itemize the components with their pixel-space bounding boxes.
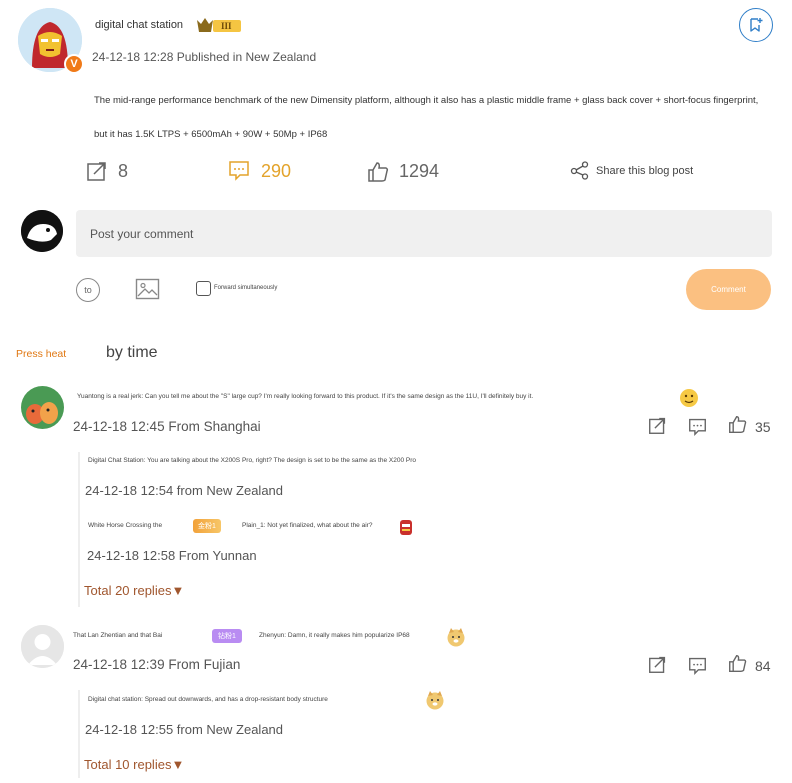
thumbs-up-icon bbox=[729, 416, 747, 433]
comment-icon bbox=[689, 418, 706, 436]
like-count: 1294 bbox=[399, 161, 440, 181]
image-icon bbox=[135, 278, 160, 300]
reply-meta: 24-12-18 12:58 From Yunnan bbox=[87, 548, 257, 563]
level-badge: III bbox=[195, 16, 243, 34]
forward-count: 8 bbox=[118, 161, 129, 181]
current-user-avatar[interactable] bbox=[21, 210, 63, 252]
share-button[interactable]: Share this blog post bbox=[570, 161, 693, 180]
total-replies-link[interactable]: Total 20 replies▼ bbox=[84, 583, 184, 598]
reply-text: Digital Chat Station: You are talking ab… bbox=[88, 457, 416, 464]
total-replies-link[interactable]: Total 10 replies▼ bbox=[84, 757, 184, 772]
comment-forward-button[interactable] bbox=[648, 416, 667, 440]
comment-like-button[interactable] bbox=[728, 654, 747, 678]
emoji-icon: to bbox=[84, 285, 92, 295]
reply-meta: 24-12-18 12:55 from New Zealand bbox=[85, 722, 284, 737]
share-label: Share this blog post bbox=[596, 164, 694, 177]
comment-text: Zhenyun: Damn, it really makes him popul… bbox=[259, 632, 410, 639]
forward-icon bbox=[649, 656, 666, 673]
image-upload-button[interactable] bbox=[135, 278, 160, 300]
comment-reply-button[interactable] bbox=[688, 656, 707, 680]
comment-meta: 24-12-18 12:39 From Fujian bbox=[73, 657, 241, 672]
doge-sticker-icon bbox=[425, 690, 445, 710]
tab-press-heat[interactable]: Press heat bbox=[16, 348, 66, 360]
reply-author-name[interactable]: White Horse Crossing the bbox=[88, 522, 162, 529]
comment-count: 290 bbox=[261, 161, 292, 181]
level-badge-text: III bbox=[221, 21, 232, 31]
comment-like-count: 35 bbox=[755, 419, 771, 435]
comment-author-name[interactable]: That Lan Zhentian and that Bai bbox=[73, 632, 162, 639]
verified-badge: V bbox=[64, 54, 84, 74]
comment-like-button[interactable] bbox=[728, 415, 747, 439]
tab-by-time[interactable]: by time bbox=[106, 344, 158, 362]
like-button[interactable] bbox=[367, 161, 389, 188]
comment-meta: 24-12-18 12:45 From Shanghai bbox=[73, 419, 261, 434]
forward-button[interactable] bbox=[86, 160, 108, 187]
comment-like-count: 84 bbox=[755, 658, 771, 674]
comment-icon bbox=[689, 657, 706, 675]
thumbs-up-icon bbox=[368, 162, 389, 182]
bookmark-button[interactable] bbox=[739, 8, 773, 42]
thumbs-up-icon bbox=[729, 655, 747, 672]
reply-thread-line bbox=[78, 690, 80, 778]
forward-icon bbox=[649, 417, 666, 434]
comment-button[interactable] bbox=[228, 159, 250, 186]
comment-icon bbox=[229, 161, 249, 181]
forward-simultaneously-label: Forward simultaneously bbox=[214, 285, 278, 291]
reply-text: Plain_1: Not yet finalized, what about t… bbox=[242, 522, 373, 529]
doge-sticker-icon bbox=[446, 627, 466, 647]
forward-icon bbox=[87, 162, 106, 181]
post-author-name[interactable]: digital chat station bbox=[95, 19, 183, 31]
sticker-icon bbox=[679, 388, 699, 408]
reply-text: Digital chat station: Spread out downwar… bbox=[88, 696, 328, 703]
comment-reply-button[interactable] bbox=[688, 417, 707, 441]
sticker-icon bbox=[396, 517, 416, 537]
share-icon bbox=[570, 161, 589, 180]
bookmark-add-icon bbox=[750, 18, 763, 32]
comment-text: Yuantong is a real jerk: Can you tell me… bbox=[77, 393, 534, 400]
comment-input[interactable] bbox=[76, 210, 772, 257]
submit-comment-button[interactable]: Comment bbox=[686, 269, 771, 310]
fan-badge: 金粉1 bbox=[193, 519, 221, 533]
comment-avatar[interactable] bbox=[21, 625, 64, 668]
comment-forward-button[interactable] bbox=[648, 655, 667, 679]
reply-meta: 24-12-18 12:54 from New Zealand bbox=[85, 483, 284, 498]
comment-avatar[interactable] bbox=[21, 386, 64, 429]
forward-simultaneously-checkbox[interactable] bbox=[196, 281, 211, 296]
post-body: The mid-range performance benchmark of t… bbox=[94, 95, 759, 140]
post-meta: 24-12-18 12:28 Published in New Zealand bbox=[92, 50, 317, 64]
fan-badge: 钻粉1 bbox=[212, 629, 242, 643]
emoji-button[interactable]: to bbox=[76, 278, 100, 302]
reply-thread-line bbox=[78, 452, 80, 607]
